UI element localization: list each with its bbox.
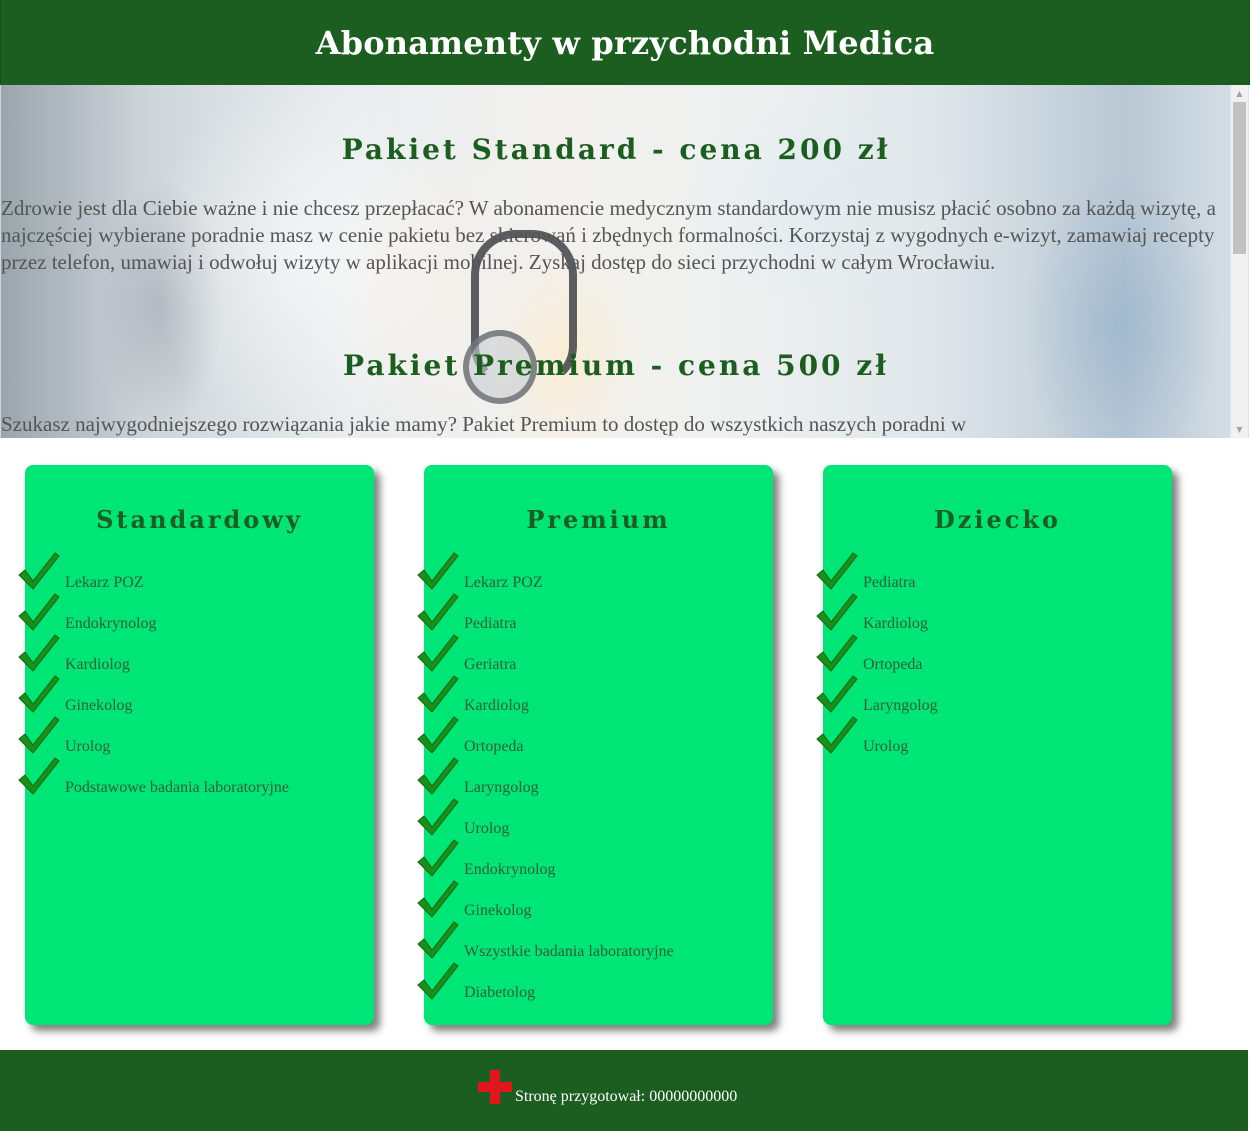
- list-item: Lekarz POZ: [18, 552, 374, 598]
- list-item: Urolog: [816, 716, 1172, 762]
- list-item-label: Ortopeda: [464, 738, 524, 755]
- checkmark-icon: [17, 551, 61, 591]
- list-item: Laryngolog: [816, 675, 1172, 721]
- checkmark-icon: [416, 920, 460, 960]
- list-item: Wszystkie badania laboratoryjne: [417, 921, 773, 967]
- list-item: Endokrynolog: [417, 839, 773, 885]
- card-title: Dziecko: [933, 505, 1062, 534]
- checkmark-icon: [416, 633, 460, 673]
- hero-scroll-area[interactable]: Pakiet Standard - cena 200 zł Zdrowie je…: [0, 85, 1249, 438]
- checkmark-icon: [815, 592, 859, 632]
- list-item: Endokrynolog: [18, 593, 374, 639]
- list-item: Pediatra: [417, 593, 773, 639]
- list-item-label: Podstawowe badania laboratoryjne: [65, 779, 289, 796]
- list-item-label: Laryngolog: [464, 779, 539, 796]
- checkmark-icon: [17, 756, 61, 796]
- standard-package-description: Zdrowie jest dla Ciebie ważne i nie chce…: [1, 196, 1216, 274]
- checkmark-icon: [815, 674, 859, 714]
- list-item-label: Kardiolog: [464, 697, 529, 714]
- page-footer: Stronę przygotował: 00000000000: [0, 1050, 1248, 1131]
- list-item-label: Ginekolog: [65, 697, 133, 714]
- list-item-label: Wszystkie badania laboratoryjne: [464, 943, 674, 960]
- red-cross-icon: [478, 1070, 512, 1104]
- checkmark-icon: [17, 674, 61, 714]
- checkmark-icon: [416, 715, 460, 755]
- card-title: Premium: [526, 505, 671, 534]
- scroll-thumb[interactable]: [1233, 102, 1246, 254]
- page-header: Abonamenty w przychodni Medica: [0, 0, 1250, 85]
- checkmark-icon: [416, 756, 460, 796]
- list-item-label: Endokrynolog: [464, 861, 556, 878]
- premium-package-description: Szukasz najwygodniejszego rozwiązania ja…: [1, 412, 967, 436]
- list-item-label: Pediatra: [863, 574, 916, 591]
- list-item-label: Pediatra: [464, 615, 517, 632]
- list-item: Diabetolog: [417, 962, 773, 1008]
- list-item-label: Kardiolog: [65, 656, 130, 673]
- list-item: Pediatra: [816, 552, 1172, 598]
- list-item-label: Urolog: [464, 820, 510, 837]
- list-item-label: Laryngolog: [863, 697, 938, 714]
- list-item: Urolog: [18, 716, 374, 762]
- list-item: Kardiolog: [816, 593, 1172, 639]
- checkmark-icon: [416, 838, 460, 878]
- package-card-premium: Premium Lekarz POZ Pediatra Geriatra Kardio…: [417, 465, 773, 1025]
- list-item-label: Urolog: [65, 738, 111, 755]
- list-item: Ginekolog: [417, 880, 773, 926]
- list-item: Kardiolog: [18, 634, 374, 680]
- list-item-label: Lekarz POZ: [464, 574, 543, 591]
- checkmark-icon: [416, 797, 460, 837]
- list-item: Geriatra: [417, 634, 773, 680]
- list-item-label: Endokrynolog: [65, 615, 157, 632]
- checkmark-icon: [416, 592, 460, 632]
- list-item: Laryngolog: [417, 757, 773, 803]
- checkmark-icon: [416, 961, 460, 1001]
- premium-package-heading: Pakiet Premium - cena 500 zł: [343, 349, 889, 382]
- checkmark-icon: [17, 592, 61, 632]
- page-title: Abonamenty w przychodni Medica: [315, 23, 935, 62]
- checkmark-icon: [815, 715, 859, 755]
- card-title: Standardowy: [96, 505, 303, 534]
- scroll-up-arrow-icon[interactable]: ▲: [1231, 85, 1248, 102]
- footer-author-text: Stronę przygotował: 00000000000: [515, 1088, 738, 1105]
- checkmark-icon: [815, 551, 859, 591]
- scroll-down-arrow-icon[interactable]: ▼: [1231, 421, 1248, 438]
- package-card-child: Dziecko Pediatra Kardiolog Ortopeda Laryngo…: [816, 465, 1172, 1025]
- list-item: Ortopeda: [816, 634, 1172, 680]
- list-item: Ginekolog: [18, 675, 374, 721]
- checkmark-icon: [416, 674, 460, 714]
- list-item-label: Kardiolog: [863, 615, 928, 632]
- standard-package-heading: Pakiet Standard - cena 200 zł: [341, 133, 891, 166]
- card-item-list: Lekarz POZ Endokrynolog Kardiolog Ginekolog…: [18, 552, 374, 803]
- list-item-label: Lekarz POZ: [65, 574, 144, 591]
- list-item-label: Urolog: [863, 738, 909, 755]
- list-item-label: Diabetolog: [464, 984, 536, 1001]
- checkmark-icon: [17, 633, 61, 673]
- list-item: Kardiolog: [417, 675, 773, 721]
- package-card-standard: Standardowy Lekarz POZ Endokrynolog Kardio…: [18, 465, 374, 1025]
- checkmark-icon: [416, 879, 460, 919]
- list-item-label: Ortopeda: [863, 656, 923, 673]
- checkmark-icon: [416, 551, 460, 591]
- list-item-label: Ginekolog: [464, 902, 532, 919]
- list-item-label: Geriatra: [464, 656, 517, 673]
- checkmark-icon: [815, 633, 859, 673]
- list-item: Ortopeda: [417, 716, 773, 762]
- list-item: Urolog: [417, 798, 773, 844]
- hero-scrollbar[interactable]: ▲ ▼: [1230, 85, 1248, 438]
- card-item-list: Pediatra Kardiolog Ortopeda Laryngolog Urolo…: [816, 552, 1172, 762]
- card-item-list: Lekarz POZ Pediatra Geriatra Kardiolog Ortop…: [417, 552, 773, 1008]
- list-item: Podstawowe badania laboratoryjne: [18, 757, 374, 803]
- list-item: Lekarz POZ: [417, 552, 773, 598]
- checkmark-icon: [17, 715, 61, 755]
